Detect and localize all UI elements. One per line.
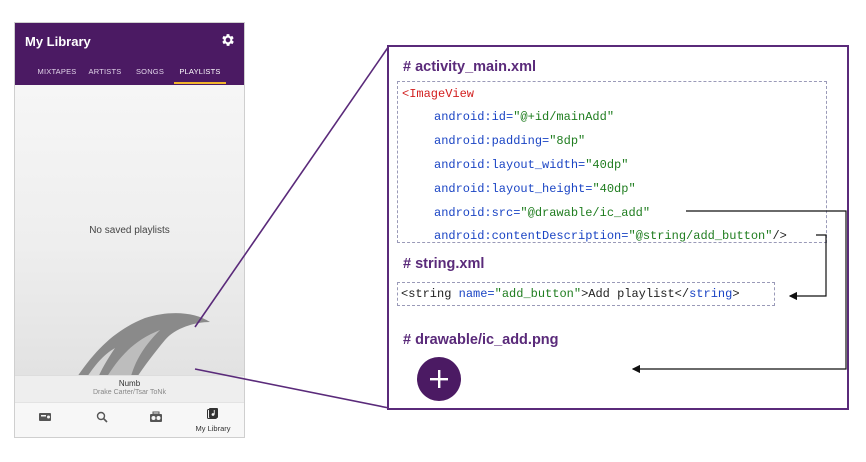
library-icon[interactable] bbox=[206, 407, 220, 419]
xml-attr-line: android:id="@+id/mainAdd" bbox=[434, 110, 615, 124]
gear-icon[interactable] bbox=[220, 32, 236, 48]
search-icon[interactable] bbox=[95, 411, 109, 423]
tab-bar: MIXTAPES ARTISTS SONGS PLAYLISTS bbox=[15, 63, 244, 85]
section-title-drawable: # drawable/ic_add.png bbox=[403, 332, 559, 348]
bird-wing-artwork bbox=[75, 313, 210, 380]
section-title-string-xml: # string.xml bbox=[403, 256, 485, 272]
xml-attr-line: android:layout_width="40dp" bbox=[434, 158, 629, 172]
active-tab-indicator bbox=[174, 82, 226, 84]
boombox-icon[interactable] bbox=[149, 411, 163, 423]
ic-add-drawable-preview bbox=[417, 357, 461, 401]
tab-mixtapes[interactable]: MIXTAPES bbox=[33, 67, 81, 76]
section-title-activity-main: # activity_main.xml bbox=[403, 59, 536, 75]
xml-attr-line: android:padding="8dp" bbox=[434, 134, 586, 148]
playlist-content: No saved playlists bbox=[15, 85, 244, 432]
app-title: My Library bbox=[25, 34, 91, 49]
nav-label-my-library: My Library bbox=[195, 424, 231, 433]
now-playing-title: Numb bbox=[118, 379, 141, 388]
bottom-navigation: My Library bbox=[15, 402, 244, 437]
string-xml-box: <string name="add_button">Add playlist</… bbox=[397, 282, 775, 306]
app-bar: My Library MIXTAPES ARTISTS SONGS PLAYLI… bbox=[15, 23, 244, 85]
xml-attr-line-src: android:src="@drawable/ic_add" bbox=[434, 206, 651, 220]
radio-icon[interactable] bbox=[38, 411, 52, 423]
xml-attr-line-contentdescription: android:contentDescription="@string/add_… bbox=[434, 229, 787, 243]
tab-playlists[interactable]: PLAYLISTS bbox=[174, 67, 226, 76]
code-explanation-panel: # activity_main.xml <ImageView android:i… bbox=[387, 45, 849, 410]
phone-screenshot: My Library MIXTAPES ARTISTS SONGS PLAYLI… bbox=[14, 22, 245, 438]
now-playing-bar[interactable]: Numb Drake Carter/Tsar ToNk bbox=[15, 375, 244, 402]
xml-attr-line: android:layout_height="40dp" bbox=[434, 182, 636, 196]
plus-icon bbox=[430, 370, 448, 388]
activity-xml-box: <ImageView android:id="@+id/mainAdd" and… bbox=[397, 81, 827, 243]
tab-songs[interactable]: SONGS bbox=[129, 67, 171, 76]
xml-open-tag: <ImageView bbox=[402, 87, 475, 101]
now-playing-artist: Drake Carter/Tsar ToNk bbox=[92, 389, 166, 396]
string-xml-line: <string name="add_button">Add playlist</… bbox=[401, 287, 740, 301]
empty-playlists-message: No saved playlists bbox=[89, 225, 170, 236]
tab-artists[interactable]: ARTISTS bbox=[83, 67, 127, 76]
